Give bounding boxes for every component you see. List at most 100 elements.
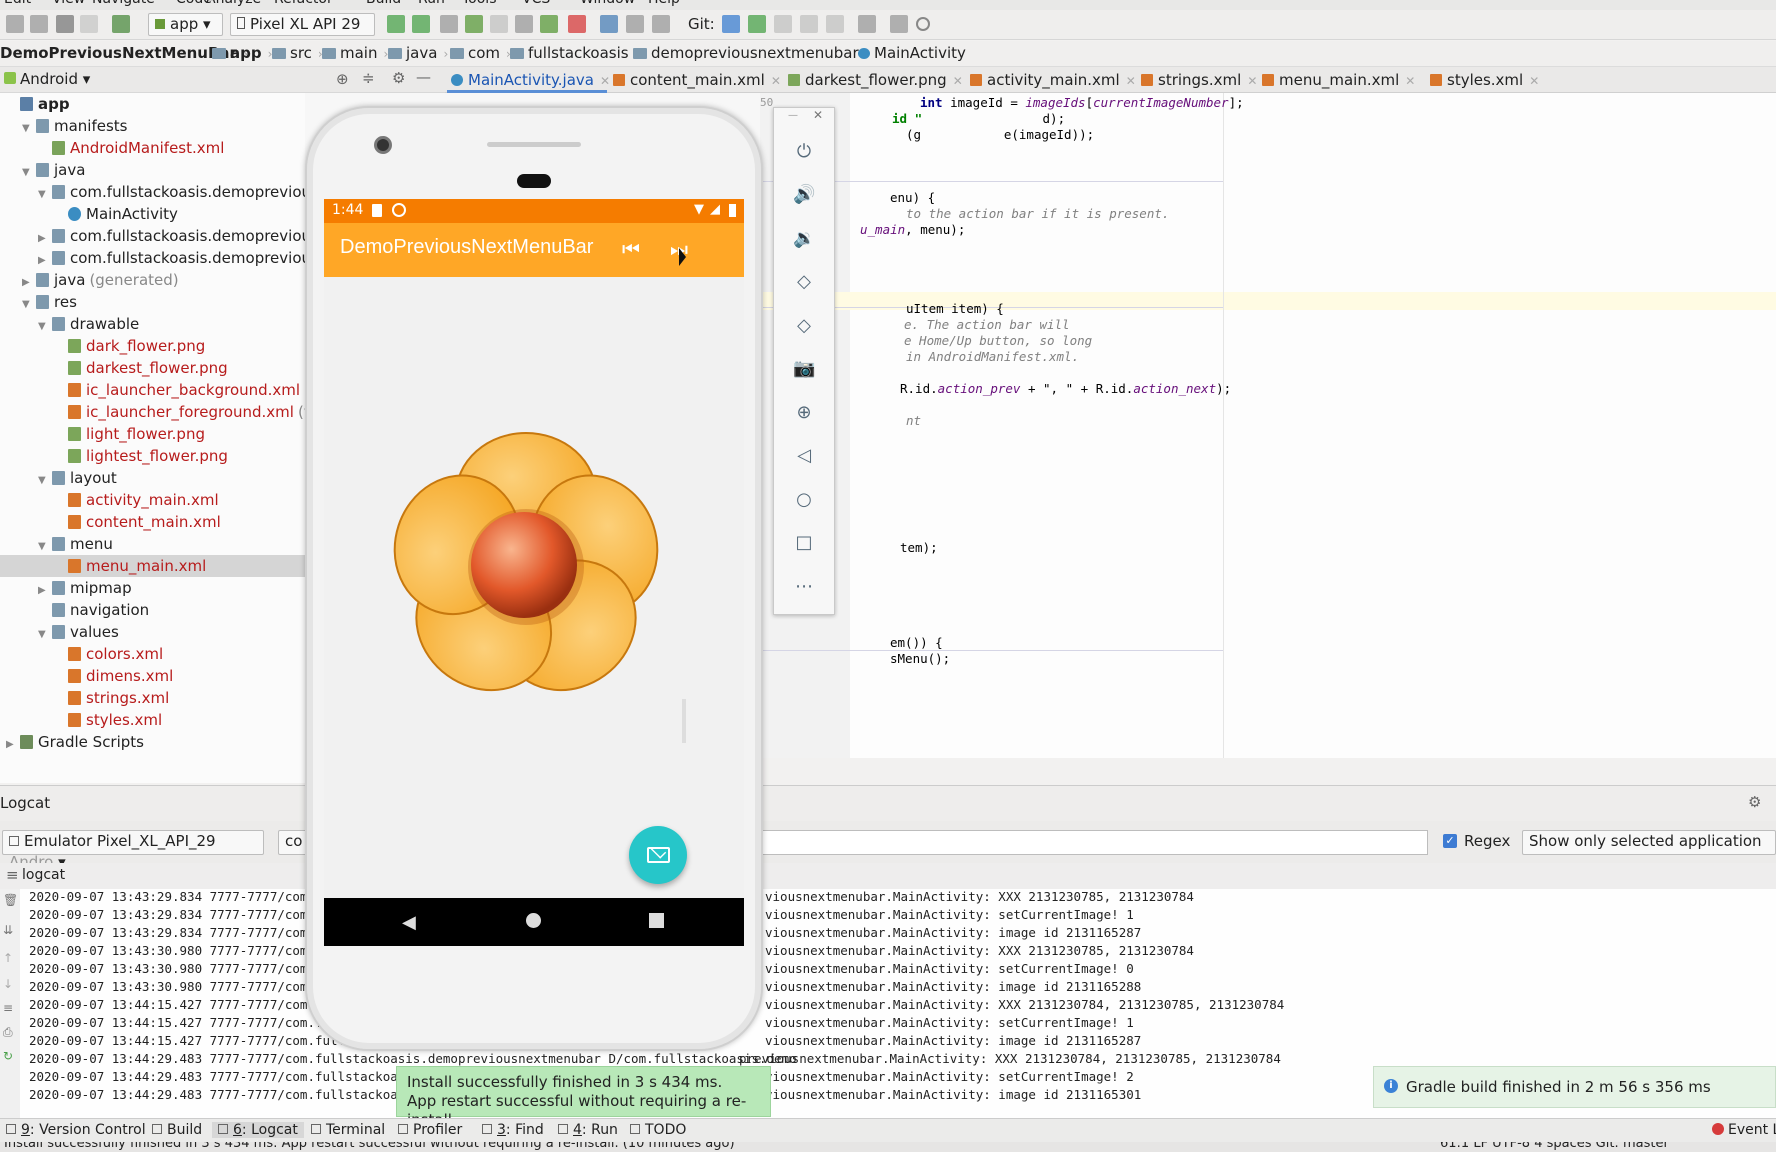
- chevron-down-icon[interactable]: ▼: [38, 316, 52, 338]
- close-icon[interactable]: ✕: [1405, 74, 1415, 88]
- menu-navigate[interactable]: Navigate: [92, 0, 155, 7]
- event-log-tab[interactable]: Event Lo: [1712, 1122, 1776, 1138]
- gradle-notification[interactable]: i Gradle build finished in 2 m 56 s 356 …: [1373, 1066, 1776, 1108]
- project-view-select[interactable]: Android ▾: [20, 70, 90, 88]
- code-editor[interactable]: 50 int imageId = imageIds[currentImageNu…: [760, 93, 1776, 758]
- down-icon[interactable]: ↓: [3, 977, 13, 991]
- gear-icon[interactable]: ⚙: [392, 69, 405, 87]
- tree-item[interactable]: activity_main.xml: [54, 489, 219, 511]
- editor-tab[interactable]: strings.xml ✕: [1141, 71, 1257, 89]
- tool-tab[interactable]: TODO: [630, 1122, 686, 1138]
- tree-item[interactable]: navigation: [38, 599, 149, 621]
- camera-icon[interactable]: 📷: [793, 358, 815, 380]
- process-dropdown[interactable]: co: [278, 830, 308, 855]
- power-icon[interactable]: ⏻: [793, 141, 815, 163]
- zoom-icon[interactable]: ⊕: [793, 402, 815, 424]
- minimize-icon[interactable]: —: [788, 110, 798, 121]
- tree-item[interactable]: ▼ layout: [38, 467, 117, 489]
- git-commit-icon[interactable]: [748, 15, 766, 33]
- project-structure-icon[interactable]: [858, 15, 876, 33]
- clear-icon[interactable]: 🗑: [3, 893, 18, 907]
- scroll-end-icon[interactable]: ⇊: [3, 923, 13, 937]
- tree-item[interactable]: ic_launcher_foreground.xml(v2: [54, 401, 305, 423]
- tree-item[interactable]: ▼ manifests: [22, 115, 128, 137]
- chevron-down-icon[interactable]: ▼: [38, 624, 52, 646]
- tree-item[interactable]: ▼ res: [22, 291, 77, 313]
- apply-changes-icon[interactable]: [387, 15, 405, 33]
- sdk-manager-icon[interactable]: [652, 15, 670, 33]
- tree-item[interactable]: ▶ mipmap: [38, 577, 132, 599]
- git-update-icon[interactable]: [722, 15, 740, 33]
- forward-icon[interactable]: [80, 15, 98, 33]
- volume-down-icon[interactable]: 🔉: [793, 228, 815, 250]
- git-history-icon[interactable]: [800, 15, 818, 33]
- chevron-down-icon[interactable]: ▼: [22, 162, 36, 184]
- tree-item[interactable]: ic_launcher_background.xml: [54, 379, 300, 401]
- tool-tab[interactable]: Profiler: [398, 1122, 462, 1138]
- tree-item[interactable]: lightest_flower.png: [54, 445, 228, 467]
- close-icon[interactable]: ✕: [1126, 74, 1136, 88]
- menu-edit[interactable]: Edit: [4, 0, 31, 7]
- rotate-right-icon[interactable]: ◇: [793, 315, 815, 337]
- nav-back-icon[interactable]: ◀: [402, 912, 416, 933]
- close-icon[interactable]: ✕: [1529, 74, 1539, 88]
- home-icon[interactable]: ○: [793, 489, 815, 511]
- collapse-all-icon[interactable]: ≑: [362, 69, 375, 87]
- run-icon[interactable]: [440, 15, 458, 33]
- editor-tab[interactable]: styles.xml ✕: [1430, 71, 1539, 89]
- apply-code-changes-icon[interactable]: [412, 15, 430, 33]
- run-config-select[interactable]: app ▾: [148, 13, 223, 36]
- tree-item[interactable]: styles.xml: [54, 709, 162, 731]
- editor-tab[interactable]: content_main.xml ✕: [613, 71, 781, 89]
- breadcrumb-item[interactable]: demopreviousnextmenubar›: [633, 44, 869, 62]
- device-select[interactable]: Pixel XL API 29 ▾: [230, 13, 375, 54]
- overview-icon[interactable]: □: [793, 532, 815, 554]
- tool-tab[interactable]: Build: [152, 1122, 202, 1138]
- breadcrumb-item[interactable]: MainActivity: [858, 44, 966, 62]
- restart-icon[interactable]: ↻: [3, 1049, 13, 1063]
- soft-wrap-icon[interactable]: ≡: [3, 1001, 13, 1015]
- rotate-left-icon[interactable]: ◇: [793, 271, 815, 293]
- avd-manager-icon[interactable]: [626, 15, 644, 33]
- tree-item[interactable]: menu_main.xml: [54, 555, 206, 577]
- close-icon[interactable]: ✕: [771, 74, 781, 88]
- menu-vcs[interactable]: VCS: [522, 0, 550, 7]
- profile-icon[interactable]: [515, 15, 533, 33]
- logcat-search-input[interactable]: [760, 830, 1428, 855]
- close-icon[interactable]: ✕: [813, 108, 823, 122]
- tree-item[interactable]: dark_flower.png: [54, 335, 205, 357]
- tree-item[interactable]: ▼ java: [22, 159, 85, 181]
- debug-icon[interactable]: [465, 15, 483, 33]
- action-prev-icon[interactable]: ⏮: [622, 237, 640, 261]
- up-icon[interactable]: ↑: [3, 951, 13, 965]
- tree-item[interactable]: darkest_flower.png: [54, 357, 228, 379]
- chevron-right-icon[interactable]: ▶: [6, 734, 20, 756]
- tree-item[interactable]: dimens.xml: [54, 665, 173, 687]
- editor-tab[interactable]: MainActivity.java ✕: [451, 71, 610, 89]
- tree-item[interactable]: ▶ com.fullstackoasis.demopreviousr: [38, 247, 305, 269]
- git-push-icon[interactable]: [774, 15, 792, 33]
- close-icon[interactable]: ✕: [600, 74, 610, 88]
- tree-item[interactable]: AndroidManifest.xml: [38, 137, 224, 159]
- editor-tab[interactable]: darkest_flower.png ✕: [788, 71, 963, 89]
- more-icon[interactable]: ⋯: [793, 576, 815, 598]
- menu-refactor[interactable]: Refactor: [274, 0, 333, 7]
- menu-help[interactable]: Help: [648, 0, 680, 7]
- git-rollback-icon[interactable]: [826, 15, 844, 33]
- tree-item[interactable]: app: [6, 93, 70, 115]
- gear-icon[interactable]: ⚙: [1748, 793, 1761, 811]
- editor-tab[interactable]: menu_main.xml ✕: [1262, 71, 1415, 89]
- chevron-down-icon[interactable]: ▼: [38, 184, 52, 206]
- minimize-icon[interactable]: —: [416, 68, 431, 86]
- menu-build[interactable]: Build: [366, 0, 401, 7]
- make-project-icon[interactable]: [112, 15, 130, 33]
- tree-item[interactable]: ▶ com.fullstackoasis.demopreviousr: [38, 225, 305, 247]
- close-icon[interactable]: ✕: [953, 74, 963, 88]
- filter-mode-dropdown[interactable]: Show only selected application: [1522, 830, 1776, 855]
- menu-view[interactable]: View: [52, 0, 85, 7]
- tool-tab[interactable]: 9: Version Control: [6, 1122, 146, 1138]
- menu-tools[interactable]: Tools: [462, 0, 497, 7]
- stop-icon[interactable]: [568, 15, 586, 33]
- breadcrumb-item[interactable]: src ›: [272, 44, 323, 62]
- tree-item[interactable]: content_main.xml: [54, 511, 221, 533]
